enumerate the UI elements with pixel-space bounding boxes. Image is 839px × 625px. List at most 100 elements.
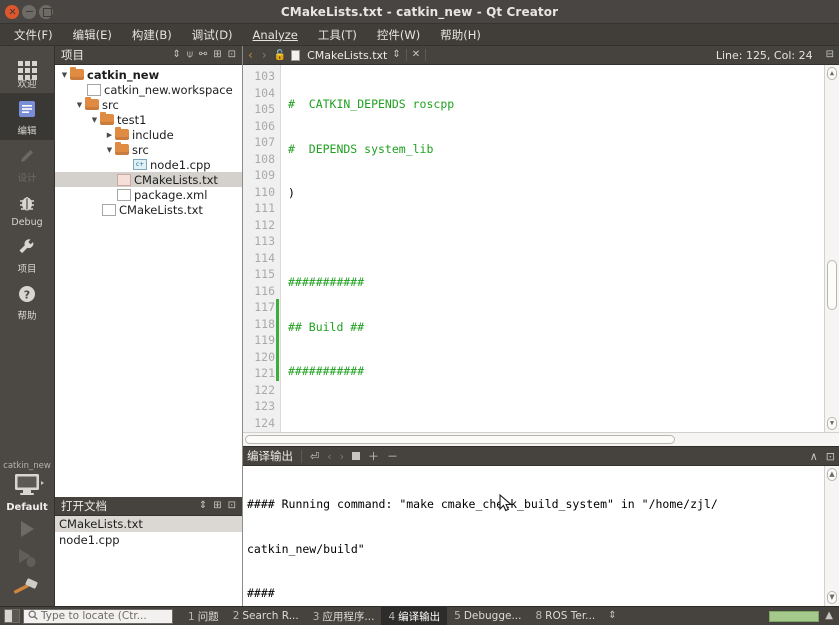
- tree-item-node1-cpp[interactable]: ▸ c+ node1.cpp: [55, 157, 242, 172]
- chevron-up-icon[interactable]: ▲: [825, 611, 833, 621]
- filter-icon[interactable]: ⍦: [187, 50, 193, 60]
- tree-item-package-xml[interactable]: ▸ package.xml: [55, 187, 242, 202]
- project-panel-title: 项目: [61, 48, 84, 62]
- sort-icon[interactable]: ⇕: [199, 501, 207, 511]
- tab-number: 4: [388, 610, 396, 623]
- tree-item-cmakelists-inner[interactable]: ▸ CMakeLists.txt: [55, 172, 242, 187]
- tab-compile-output[interactable]: 4 编译输出: [381, 606, 448, 625]
- editor-filename[interactable]: CMakeLists.txt: [307, 49, 387, 62]
- prev-item-icon[interactable]: ‹: [327, 451, 331, 462]
- menu-widgets[interactable]: 控件(W): [367, 25, 430, 45]
- close-window-button[interactable]: [5, 4, 19, 19]
- scroll-down-button[interactable]: ▼: [827, 591, 837, 604]
- mode-welcome[interactable]: 欢迎: [0, 46, 55, 93]
- line-number: 107: [254, 135, 275, 149]
- mode-debug[interactable]: Debug: [0, 187, 55, 231]
- menu-help[interactable]: 帮助(H): [430, 25, 491, 45]
- menu-edit[interactable]: 编辑(E): [63, 25, 122, 45]
- hscroll-thumb[interactable]: [245, 435, 675, 444]
- wrap-lines-icon[interactable]: ⏎: [310, 451, 319, 462]
- tree-item-inner-src[interactable]: ▼ src: [55, 142, 242, 157]
- project-tree[interactable]: ▼ catkin_new ▸ catkin_new.workspace ▼ sr…: [55, 65, 242, 497]
- open-documents-list[interactable]: CMakeLists.txt node1.cpp: [55, 516, 242, 606]
- editor-horizontal-scrollbar[interactable]: [243, 432, 839, 446]
- code-editor[interactable]: 103 104 105 106 107 108 109 110 111 112 …: [243, 65, 839, 432]
- menu-analyze[interactable]: Analyze: [243, 26, 308, 44]
- split-icon[interactable]: ⊞: [213, 50, 221, 60]
- tree-item-label: test1: [117, 112, 147, 127]
- play-icon[interactable]: [12, 517, 42, 544]
- mode-help[interactable]: ? 帮助: [0, 278, 55, 325]
- tree-item-cmakelists-root[interactable]: ▸ CMakeLists.txt: [55, 202, 242, 217]
- close-pane-icon[interactable]: ⊡: [826, 451, 835, 462]
- chevron-down-icon[interactable]: ▼: [59, 71, 70, 79]
- scroll-up-button[interactable]: ▲: [827, 67, 837, 80]
- tab-ros-terminal[interactable]: 8 ROS Ter...: [528, 608, 602, 624]
- tree-item-src[interactable]: ▼ src: [55, 97, 242, 112]
- code-text[interactable]: # CATKIN_DEPENDS roscpp # DEPENDS system…: [281, 65, 824, 432]
- cpp-file-icon: c+: [133, 159, 147, 170]
- resize-handle-icon[interactable]: ⇕: [608, 611, 616, 621]
- sidebar-toggle-icon[interactable]: [4, 609, 20, 623]
- tab-debugger-console[interactable]: 5 Debugge...: [447, 608, 528, 624]
- zoom-out-icon[interactable]: －: [387, 451, 398, 462]
- mode-projects-label: 项目: [17, 264, 37, 275]
- tab-search-results[interactable]: 2 Search R...: [226, 608, 306, 624]
- tab-issues[interactable]: 1 问题: [181, 607, 226, 625]
- minimize-window-button[interactable]: [22, 4, 36, 19]
- output-vertical-scrollbar[interactable]: ▲ ▼: [824, 466, 839, 606]
- tree-item-workspace[interactable]: ▸ catkin_new.workspace: [55, 82, 242, 97]
- scroll-thumb[interactable]: [827, 260, 837, 310]
- editor-vertical-scrollbar[interactable]: ▲ ▼: [824, 65, 839, 432]
- line-number: 112: [254, 217, 275, 232]
- sort-filter-icon[interactable]: ⇕: [172, 50, 180, 60]
- menu-build[interactable]: 构建(B): [122, 25, 182, 45]
- kit-selector[interactable]: catkin_new Default: [3, 461, 51, 517]
- tab-number: 5: [454, 610, 461, 622]
- close-panel-icon[interactable]: ⊡: [228, 501, 236, 511]
- compile-output-text[interactable]: #### Running command: "make cmake_check_…: [243, 466, 824, 606]
- tree-item-label: CMakeLists.txt: [134, 172, 218, 187]
- tab-application-output[interactable]: 3 应用程序...: [306, 607, 382, 625]
- output-pane-header: 编译输出 ⏎ ‹ › ＋ － ∧ ⊡: [243, 446, 839, 466]
- menu-tools[interactable]: 工具(T): [308, 25, 367, 45]
- open-document-item[interactable]: CMakeLists.txt: [55, 516, 242, 532]
- tree-item-label: node1.cpp: [150, 157, 211, 172]
- maximize-pane-icon[interactable]: ∧: [810, 451, 818, 462]
- file-dropdown-icon[interactable]: ⇕: [392, 50, 400, 60]
- locate-input[interactable]: Type to locate (Ctr...: [23, 608, 173, 624]
- play-bug-icon[interactable]: [12, 546, 42, 573]
- tree-item-catkin_new[interactable]: ▼ catkin_new: [55, 67, 242, 82]
- chevron-down-icon[interactable]: ▼: [74, 101, 85, 109]
- code-line: ###########: [288, 275, 365, 289]
- menu-debug[interactable]: 调试(D): [182, 25, 243, 45]
- mode-edit-label: 编辑: [17, 126, 37, 137]
- locate-placeholder: Type to locate (Ctr...: [41, 610, 147, 622]
- chevron-left-icon[interactable]: ‹: [246, 48, 255, 62]
- split-icon[interactable]: ⊞: [213, 501, 221, 511]
- mode-design[interactable]: 设计: [0, 140, 55, 187]
- tree-item-include[interactable]: ▶ include: [55, 127, 242, 142]
- chevron-down-icon[interactable]: ▼: [104, 146, 115, 154]
- hammer-icon[interactable]: [11, 575, 43, 602]
- scroll-up-button[interactable]: ▲: [827, 468, 837, 481]
- tree-item-test1[interactable]: ▼ test1: [55, 112, 242, 127]
- stop-icon[interactable]: [352, 451, 361, 462]
- menu-file[interactable]: 文件(F): [4, 25, 63, 45]
- split-editor-icon[interactable]: ⊟: [826, 50, 834, 60]
- zoom-in-icon[interactable]: ＋: [368, 451, 379, 462]
- close-icon[interactable]: ✕: [412, 50, 420, 60]
- scroll-down-button[interactable]: ▼: [827, 417, 837, 430]
- chevron-right-icon[interactable]: ▶: [104, 131, 115, 139]
- chevron-down-icon[interactable]: ▼: [89, 116, 100, 124]
- pencil-icon: [0, 145, 55, 169]
- chevron-right-icon[interactable]: ›: [260, 48, 269, 62]
- close-panel-icon[interactable]: ⊡: [228, 50, 236, 60]
- link-icon[interactable]: ⚯: [199, 50, 207, 60]
- mode-projects[interactable]: 项目: [0, 231, 55, 278]
- maximize-window-button[interactable]: [39, 4, 53, 19]
- mode-edit[interactable]: 编辑: [0, 93, 55, 140]
- next-item-icon[interactable]: ›: [340, 451, 344, 462]
- open-document-item[interactable]: node1.cpp: [55, 532, 242, 548]
- unlock-icon[interactable]: 🔓: [274, 50, 286, 61]
